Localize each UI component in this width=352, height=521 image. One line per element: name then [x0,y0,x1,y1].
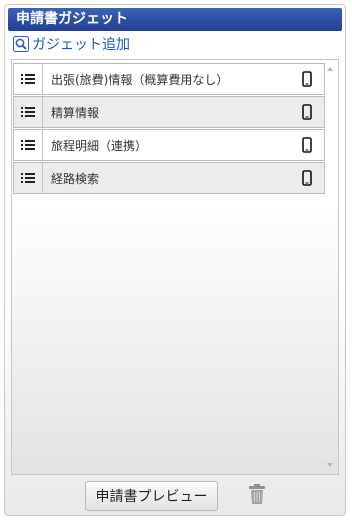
gadget-label: 旅程明細（連携） [51,138,148,153]
mobile-icon [296,104,318,120]
gadget-row[interactable]: 旅程明細（連携） [13,129,325,161]
drag-handle[interactable] [14,130,43,160]
list-handle-icon [21,74,35,84]
list-handle-icon [21,173,35,183]
add-gadget-label: ガジェット追加 [32,37,130,53]
gadget-list: 出張(旅費)情報（概算費用なし） 精算情報 旅程明細（連携） 経路検索 [11,59,339,475]
gadget-label: 出張(旅費)情報（概算費用なし） [51,72,229,87]
gadget-row[interactable]: 経路検索 [13,162,325,194]
list-handle-icon [21,140,35,150]
drag-handle[interactable] [14,97,43,127]
list-handle-icon [21,107,35,117]
list-scrollbar[interactable] [324,60,338,474]
drag-handle[interactable] [14,163,43,193]
mobile-icon [296,170,318,186]
mobile-icon [296,71,318,87]
gadget-label: 精算情報 [51,105,100,120]
drag-handle[interactable] [14,64,43,94]
scroll-down-arrow-icon[interactable] [327,463,333,467]
gadget-panel: 申請書ガジェット ガジェット追加 出張(旅費)情報（概算費用なし） 精算情報 旅… [4,4,346,516]
gadget-row[interactable]: 精算情報 [13,96,325,128]
mobile-icon [296,137,318,153]
panel-title: 申請書ガジェット [16,11,128,27]
add-gadget-link[interactable]: ガジェット追加 [13,34,130,54]
trash-icon[interactable] [248,483,266,505]
gadget-row[interactable]: 出張(旅費)情報（概算費用なし） [13,63,325,95]
scroll-up-arrow-icon[interactable] [327,67,333,71]
magnifier-icon [13,36,29,52]
preview-button[interactable]: 申請書プレビュー [85,481,218,511]
panel-title-bar: 申請書ガジェット [8,8,342,31]
gadget-label: 経路検索 [51,171,100,186]
